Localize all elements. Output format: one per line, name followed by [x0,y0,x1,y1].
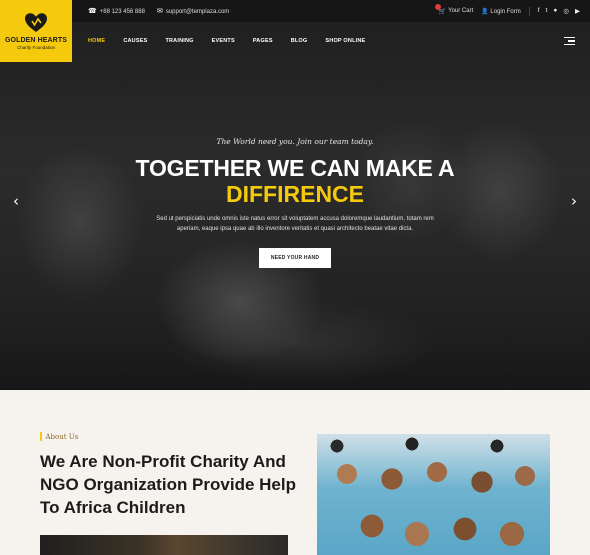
heart-hand-icon [25,13,47,33]
hero-description: Sed ut perspiciatis unde omnis iste natu… [156,216,434,232]
slider-prev-icon[interactable]: ‹ [13,194,19,209]
user-icon: 👤 [481,8,489,15]
children-photo [317,434,550,555]
top-bar: ☎ +88 123 456 888 ✉ support@templaza.com 🛒… [0,0,590,22]
login-label: Login Form [490,8,521,15]
brand-logo[interactable]: GOLDEN HEARTS Charity Foundation [0,0,72,62]
social-links: f t ● ◎ ▶ [538,7,580,15]
contact-info: ☎ +88 123 456 888 ✉ support@templaza.com [88,0,229,22]
cart-badge [434,3,441,10]
brand-tagline: Charity Foundation [16,45,56,50]
nav-item-shop-online[interactable]: SHOP ONLINE [325,38,365,44]
phone-number: +88 123 456 888 [99,9,145,15]
email-contact[interactable]: ✉ support@templaza.com [157,7,229,15]
about-label-text: About Us [45,432,79,441]
slider-next-icon[interactable]: › [571,194,577,209]
topbar-right: 🛒 Your Cart 👤 Login Form f t ● ◎ ▶ [434,0,580,22]
about-title: We Are Non-Profit Charity And NGO Organi… [40,452,296,517]
cart-label: Your Cart [448,8,474,14]
nav-item-causes[interactable]: CAUSES [123,38,147,44]
menu-icon[interactable] [564,37,575,45]
divider [528,6,530,16]
about-image [40,535,288,555]
need-your-hand-button[interactable]: NEED YOUR HAND [259,248,331,268]
email-address: support@templaza.com [165,9,230,15]
facebook-icon[interactable]: f [538,7,540,15]
hero-tagline: The World need you. Join our team today. [216,137,374,146]
brand-name: GOLDEN HEARTS [5,37,67,44]
hero-headline-highlight: DIFFIRENCE [226,181,364,207]
label-accent [40,432,42,441]
github-icon[interactable]: ● [553,7,557,15]
dribbble-icon[interactable]: ◎ [563,7,569,15]
phone-contact[interactable]: ☎ +88 123 456 888 [88,7,145,15]
main-nav: HOME CAUSES TRAINING EVENTS PAGES BLOG S… [88,38,365,44]
hero-headline: TOGETHER WE CAN MAKE A [135,155,455,181]
nav-item-events[interactable]: EVENTS [212,38,235,44]
nav-item-pages[interactable]: PAGES [253,38,273,44]
login-link[interactable]: 👤 Login Form [481,8,521,15]
about-label: About Us [40,432,78,441]
twitter-icon[interactable]: t [546,7,548,15]
mail-icon: ✉ [156,8,163,15]
youtube-icon[interactable]: ▶ [575,7,580,15]
nav-item-training[interactable]: TRAINING [165,38,193,44]
cart-link[interactable]: 🛒 Your Cart [434,3,474,15]
nav-item-home[interactable]: HOME [88,38,105,44]
nav-item-blog[interactable]: BLOG [291,38,308,44]
phone-icon: ☎ [88,8,97,15]
hero-banner: HOME CAUSES TRAINING EVENTS PAGES BLOG S… [0,22,590,390]
